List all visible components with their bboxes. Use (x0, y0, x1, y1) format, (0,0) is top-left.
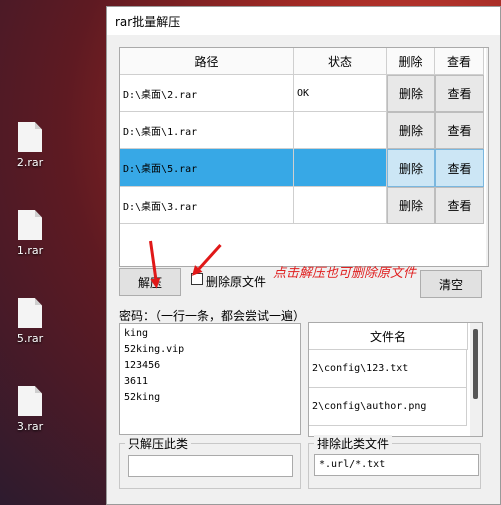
desktop-file-label: 1.rar (16, 244, 44, 257)
password-line: 123456 (124, 360, 161, 371)
desktop-file-5-rar[interactable]: 5.rar (8, 298, 52, 345)
table-scrollbar[interactable] (486, 48, 488, 266)
table-row-selected[interactable]: D:\桌面\5.rar 删除 查看 (120, 149, 488, 187)
desktop-file-label: 2.rar (16, 156, 44, 169)
password-label: 密码：（一行一条，都会尝试一遍） (119, 309, 306, 323)
column-header-path: 路径 (120, 48, 294, 75)
window-title: rar批量解压 (115, 15, 181, 29)
table-row[interactable]: D:\桌面\3.rar 删除 查看 (120, 187, 488, 224)
path-cell: D:\桌面\3.rar (120, 187, 294, 224)
column-header-status: 状态 (294, 48, 387, 75)
desktop-file-3-rar[interactable]: 3.rar (8, 386, 52, 433)
delete-row-button[interactable]: 删除 (387, 187, 435, 224)
password-line: 52king (124, 392, 161, 403)
table-header: 路径 状态 删除 查看 (120, 48, 488, 75)
exclude-label: 排除此类文件 (314, 435, 393, 452)
file-list-header: 文件名 (309, 323, 468, 350)
desktop-file-2-rar[interactable]: 2.rar (8, 122, 52, 169)
file-list: 文件名 2\config\123.txt 2\config\author.png (308, 322, 483, 437)
desktop-file-label: 5.rar (16, 332, 44, 345)
title-bar[interactable]: rar批量解压 (107, 7, 500, 35)
status-cell (294, 187, 387, 224)
delete-source-label[interactable]: 删除原文件 (206, 273, 266, 290)
clear-button[interactable]: 清空 (420, 270, 482, 298)
file-icon (18, 210, 42, 240)
delete-row-button[interactable]: 删除 (387, 149, 435, 187)
rar-batch-window: rar批量解压 路径 状态 删除 查看 D:\桌面\2.rar OK 删除 查看… (106, 6, 501, 505)
view-row-button[interactable]: 查看 (435, 187, 484, 224)
delete-row-button[interactable]: 删除 (387, 75, 435, 112)
desktop-file-1-rar[interactable]: 1.rar (8, 210, 52, 257)
password-line: king (124, 328, 149, 339)
desktop-file-label: 3.rar (16, 420, 44, 433)
status-cell (294, 112, 387, 149)
status-cell: OK (294, 75, 387, 112)
view-row-button[interactable]: 查看 (435, 149, 484, 187)
list-item[interactable]: 2\config\123.txt (309, 350, 467, 388)
path-cell: D:\桌面\2.rar (120, 75, 294, 112)
scroll-thumb[interactable] (473, 329, 478, 399)
only-extract-label: 只解压此类 (125, 435, 192, 452)
column-header-delete: 删除 (387, 48, 435, 75)
password-textarea[interactable]: king 52king.vip 123456 3611 52king (119, 323, 301, 435)
column-header-view: 查看 (435, 48, 484, 75)
password-line: 52king.vip (124, 344, 185, 355)
table-row[interactable]: D:\桌面\1.rar 删除 查看 (120, 112, 488, 149)
status-cell (294, 149, 387, 187)
list-item[interactable]: 2\config\author.png (309, 388, 467, 426)
archive-table: 路径 状态 删除 查看 D:\桌面\2.rar OK 删除 查看 D:\桌面\1… (119, 47, 489, 267)
exclude-input[interactable]: *.url/*.txt (314, 454, 479, 476)
only-extract-input[interactable] (128, 455, 293, 477)
table-row[interactable]: D:\桌面\2.rar OK 删除 查看 (120, 75, 488, 112)
path-cell: D:\桌面\5.rar (120, 149, 294, 187)
view-row-button[interactable]: 查看 (435, 112, 484, 149)
view-row-button[interactable]: 查看 (435, 75, 484, 112)
delete-row-button[interactable]: 删除 (387, 112, 435, 149)
hint-text: 点击解压也可删除原文件 (273, 266, 417, 281)
path-cell: D:\桌面\1.rar (120, 112, 294, 149)
file-icon (18, 386, 42, 416)
password-line: 3611 (124, 376, 149, 387)
file-icon (18, 298, 42, 328)
file-icon (18, 122, 42, 152)
